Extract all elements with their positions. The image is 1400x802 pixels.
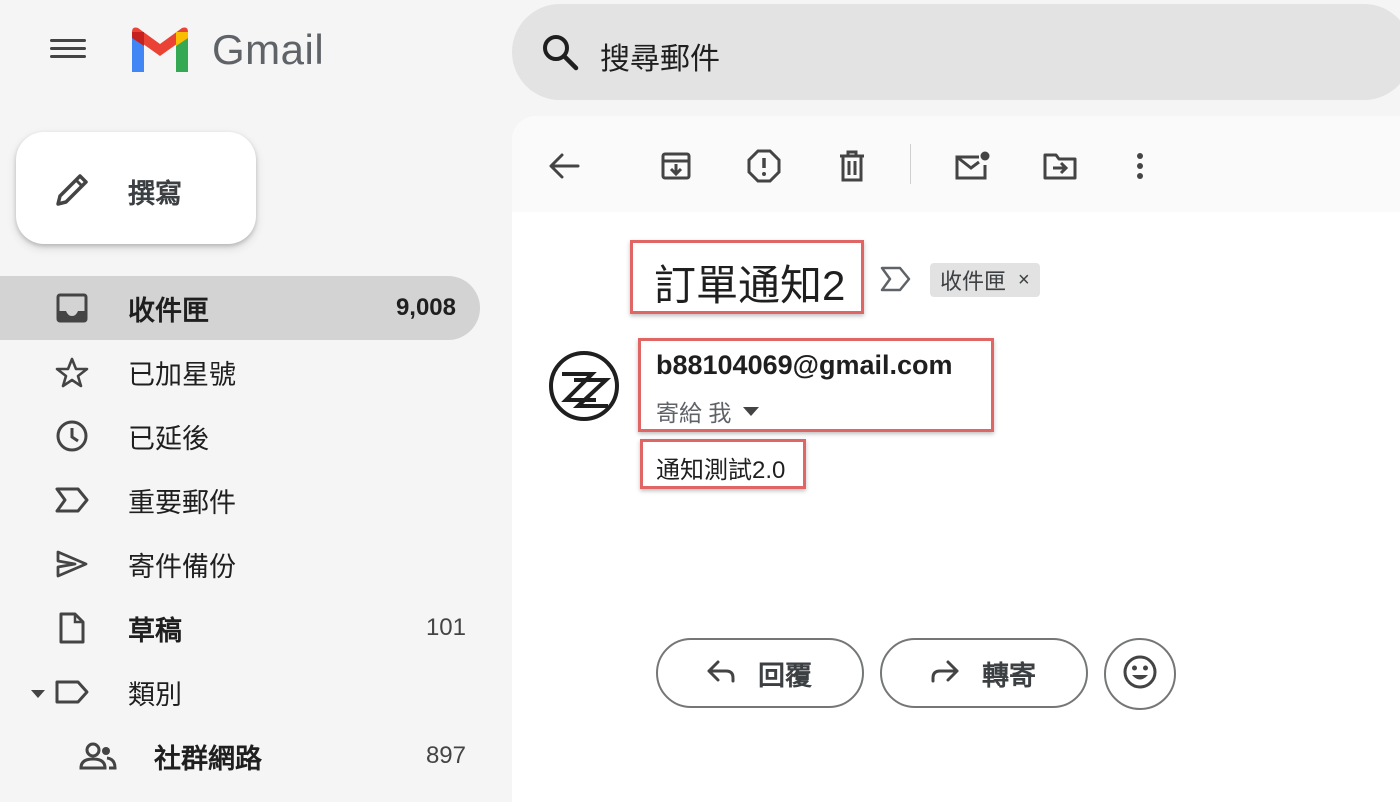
archive-icon[interactable] [654, 144, 698, 188]
label-chip-text: 收件匣 [940, 269, 1007, 294]
people-icon [78, 738, 118, 774]
social-count: 897 [425, 742, 466, 769]
important-icon [52, 482, 92, 518]
clock-icon [52, 418, 92, 454]
important-marker-icon[interactable] [880, 266, 912, 297]
label-icon [52, 674, 92, 710]
inbox-label-chip: 收件匣 × [930, 263, 1040, 297]
pencil-icon [52, 170, 92, 215]
recipient-line: 寄給 我 [656, 394, 760, 428]
inbox-icon [52, 290, 92, 326]
forward-button[interactable]: 轉寄 [880, 638, 1088, 708]
mark-unread-icon[interactable] [950, 144, 994, 188]
sidebar-item-label: 重要郵件 [128, 487, 236, 518]
sidebar-item-sent[interactable]: 寄件備份 [0, 532, 490, 596]
forward-label: 轉寄 [982, 660, 1036, 691]
unread-count: 9,008 [395, 294, 456, 321]
sender-avatar[interactable] [548, 350, 620, 422]
message-toolbar [512, 116, 1400, 212]
sidebar-item-categories[interactable]: 類別 [0, 660, 490, 724]
sidebar-item-starred[interactable]: 已加星號 [0, 340, 490, 404]
message-subject: 訂單通知2 [654, 262, 846, 309]
sidebar-item-label: 寄件備份 [128, 551, 236, 582]
sidebar-item-label: 社群網路 [154, 743, 262, 774]
sidebar-item-important[interactable]: 重要郵件 [0, 468, 490, 532]
search-input[interactable]: 搜尋郵件 [600, 34, 720, 78]
recipient-text: 寄給 我 [656, 400, 732, 426]
recipient-details-icon[interactable] [743, 406, 760, 416]
sidebar-item-label: 收件匣 [128, 295, 209, 326]
gmail-logo-icon[interactable] [128, 24, 192, 76]
forward-icon [930, 659, 960, 688]
sidebar-item-label: 草稿 [128, 615, 182, 646]
sidebar-item-label: 已加星號 [128, 359, 236, 390]
compose-button[interactable]: 撰寫 [16, 132, 256, 244]
star-icon [52, 354, 92, 390]
move-to-icon[interactable] [1038, 144, 1082, 188]
delete-icon[interactable] [830, 144, 874, 188]
report-spam-icon[interactable] [742, 144, 786, 188]
emoji-reaction-button[interactable] [1104, 638, 1176, 710]
remove-label-icon[interactable]: × [1018, 269, 1030, 292]
sidebar-item-inbox[interactable]: 收件匣 9,008 [0, 276, 480, 340]
menu-line [50, 47, 86, 50]
main-menu-button[interactable] [50, 34, 94, 74]
smiley-icon [1122, 654, 1158, 695]
search-icon[interactable] [540, 32, 580, 77]
sidebar-nav: 收件匣 9,008 已加星號 已延後 重要郵件 寄件備份 草稿 101 類別 社… [0, 276, 490, 788]
sender-email[interactable]: b88104069@gmail.com [656, 350, 953, 381]
toolbar-divider [910, 144, 911, 184]
sidebar-item-snoozed[interactable]: 已延後 [0, 404, 490, 468]
menu-line [50, 55, 86, 58]
sidebar-item-drafts[interactable]: 草稿 101 [0, 596, 490, 660]
sidebar-item-label: 類別 [128, 679, 182, 710]
draft-icon [52, 610, 92, 646]
draft-count: 101 [425, 614, 466, 641]
compose-label: 撰寫 [128, 179, 182, 209]
send-icon [52, 546, 92, 582]
search-bar[interactable]: 搜尋郵件 [512, 4, 1400, 100]
brand-name: Gmail [212, 26, 325, 73]
sidebar-item-label: 已延後 [128, 423, 209, 454]
sidebar-item-social[interactable]: 社群網路 897 [0, 724, 490, 788]
back-icon[interactable] [542, 144, 586, 188]
more-vert-icon[interactable] [1118, 144, 1162, 188]
reply-label: 回覆 [758, 660, 812, 691]
reply-icon [706, 659, 736, 688]
reply-button[interactable]: 回覆 [656, 638, 864, 708]
message-body: 通知測試2.0 [656, 457, 786, 484]
menu-line [50, 39, 86, 42]
caret-down-icon[interactable] [30, 686, 46, 704]
